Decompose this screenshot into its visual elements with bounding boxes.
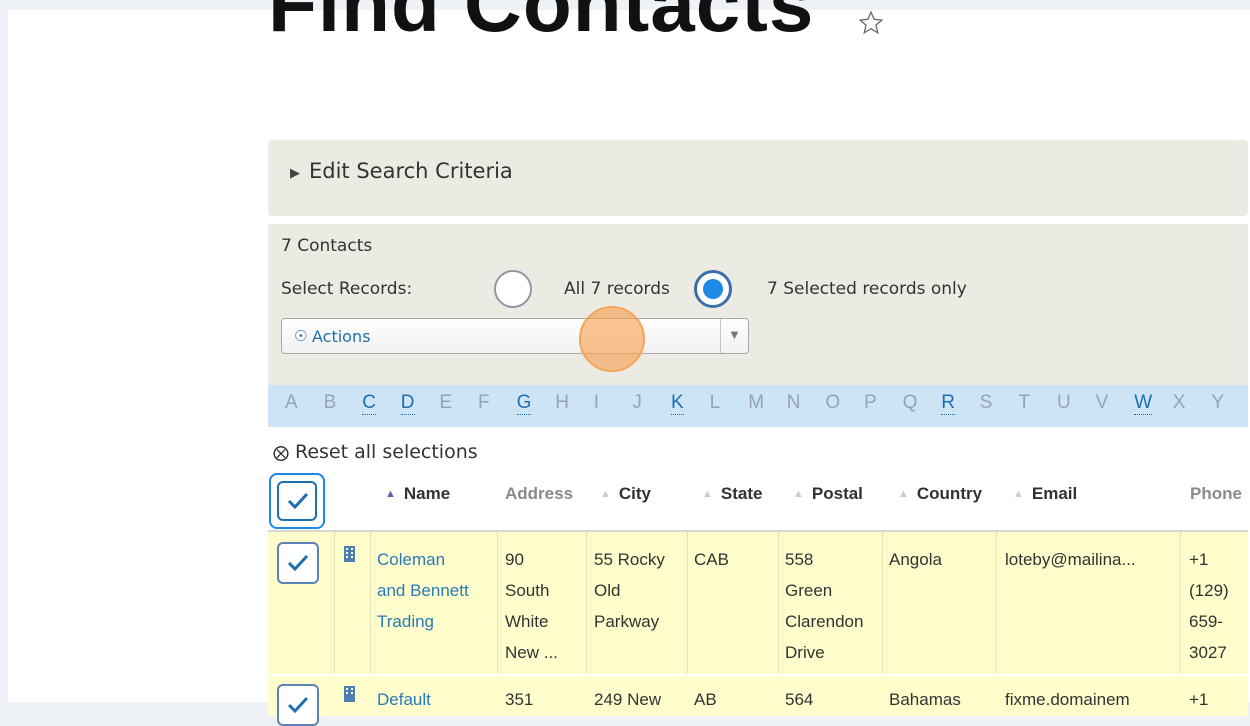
column-header-address: Address — [505, 484, 574, 503]
alphabet-letter-m: M — [748, 392, 765, 413]
alphabet-letter-n: N — [786, 392, 801, 413]
chevron-down-icon[interactable]: ▼ — [720, 319, 748, 353]
column-header-email[interactable]: ▲ Email — [1013, 484, 1077, 504]
alphabet-letter-j: J — [632, 392, 642, 413]
radio-all-records-label[interactable]: All 7 records — [564, 279, 670, 299]
phone-cell: +1 (129) 659- 3027 — [1189, 550, 1229, 662]
check-circle-icon: ☉ — [294, 327, 308, 345]
alphabet-letter-u: U — [1057, 392, 1071, 413]
phone-cell: +1 — [1189, 690, 1209, 709]
checkmark-icon — [287, 554, 309, 572]
column-header-country[interactable]: ▲ Country — [898, 484, 982, 504]
actions-label: Actions — [312, 327, 371, 346]
alphabet-letter-o: O — [825, 392, 841, 413]
alphabet-letter-v: V — [1095, 392, 1109, 413]
alphabet-letter-c[interactable]: C — [362, 392, 376, 415]
postal-cell: 564 — [785, 690, 814, 709]
address-cell: 90 South White New ... — [505, 550, 558, 662]
alphabet-letter-p: P — [864, 392, 877, 413]
email-cell: fixme.domainem — [1005, 690, 1130, 709]
table-row[interactable]: Default 351 249 New AB 564 Bahamas fixme… — [268, 676, 1248, 726]
sort-icon: ▲︎ — [600, 488, 611, 500]
radio-selected-records[interactable] — [694, 270, 732, 308]
organization-icon — [344, 686, 355, 702]
contact-name-link[interactable]: Default — [377, 684, 431, 715]
alphabet-letter-a: A — [285, 392, 298, 413]
alphabet-letter-k[interactable]: K — [671, 392, 684, 415]
page-title: Find Contacts — [268, 0, 815, 48]
alphabet-letter-b: B — [323, 392, 337, 413]
address-cell: 351 — [505, 690, 534, 709]
country-cell: Bahamas — [889, 690, 961, 709]
alphabet-letter-g[interactable]: G — [516, 392, 532, 415]
sort-icon: ▲ — [898, 488, 909, 500]
edit-search-criteria-label[interactable]: Edit Search Criteria — [309, 159, 513, 183]
row-checkbox[interactable] — [277, 542, 319, 584]
alphabet-letter-f: F — [478, 392, 490, 413]
sort-icon: ▲ — [793, 488, 804, 500]
organization-icon — [344, 546, 355, 562]
edit-search-criteria-panel[interactable]: ▶ Edit Search Criteria — [268, 140, 1248, 216]
state-cell: AB — [694, 690, 717, 709]
row-checkbox[interactable] — [277, 684, 319, 726]
city-cell: 249 New — [594, 690, 662, 709]
reset-selections-link[interactable]: ⨂ Reset all selections — [273, 441, 478, 463]
alphabet-letter-l: L — [709, 392, 721, 413]
country-cell: Angola — [889, 550, 942, 569]
alphabet-letter-x: X — [1172, 392, 1186, 413]
table-row[interactable]: Coleman and Bennett Trading 90 South Whi… — [268, 532, 1248, 674]
city-cell: 55 Rocky Old Parkway — [594, 550, 665, 631]
alphabet-letter-q: Q — [902, 392, 918, 413]
alphabet-letter-d[interactable]: D — [400, 392, 415, 415]
checkmark-icon — [287, 696, 309, 714]
close-circle-icon: ⨂ — [273, 443, 289, 462]
column-header-name[interactable]: ▲ Name — [385, 484, 450, 504]
column-header-state[interactable]: ▲ State — [702, 484, 762, 504]
sort-icon: ▲ — [1013, 488, 1024, 500]
alphabet-letter-i: I — [593, 392, 600, 413]
select-all-box — [277, 481, 317, 521]
favorite-star-icon[interactable] — [858, 10, 884, 36]
column-header-postal[interactable]: ▲ Postal — [793, 484, 863, 504]
select-records-label: Select Records: — [281, 279, 413, 299]
postal-cell: 558 Green Clarendon Drive — [785, 550, 864, 662]
contacts-count: 7 Contacts — [281, 236, 373, 256]
radio-all-records[interactable] — [494, 270, 532, 308]
email-cell: loteby@mailina... — [1005, 550, 1136, 569]
reset-selections-label: Reset all selections — [295, 441, 478, 463]
column-header-phone: Phone — [1190, 484, 1242, 503]
alphabet-letter-e: E — [439, 392, 453, 413]
sort-icon: ▲ — [702, 488, 713, 500]
click-indicator — [579, 306, 645, 372]
alphabet-letter-r[interactable]: R — [941, 392, 955, 415]
alphabet-letter-w[interactable]: W — [1134, 392, 1153, 415]
alphabet-filter-bar: A B C D E F G H I J K L MN O P Q R S T U V WX Y — [268, 385, 1248, 427]
expand-caret-icon: ▶ — [290, 166, 300, 181]
state-cell: CAB — [694, 550, 729, 569]
select-all-checkbox[interactable] — [269, 473, 325, 529]
radio-selected-records-label[interactable]: 7 Selected records only — [767, 279, 967, 299]
alphabet-letter-y: Y — [1211, 392, 1225, 413]
sort-asc-icon: ▲ — [385, 488, 396, 500]
checkmark-icon — [287, 492, 309, 510]
column-header-city[interactable]: ▲︎ City — [600, 484, 651, 504]
record-selection-panel: 7 Contacts Select Records: All 7 records… — [268, 224, 1248, 402]
alphabet-letter-s: S — [979, 392, 993, 413]
contact-name-link[interactable]: Coleman and Bennett Trading — [377, 544, 469, 637]
actions-select[interactable]: ☉ Actions ▼ — [281, 318, 749, 354]
alphabet-letter-h: H — [555, 392, 569, 413]
alphabet-letter-t: T — [1018, 392, 1030, 413]
